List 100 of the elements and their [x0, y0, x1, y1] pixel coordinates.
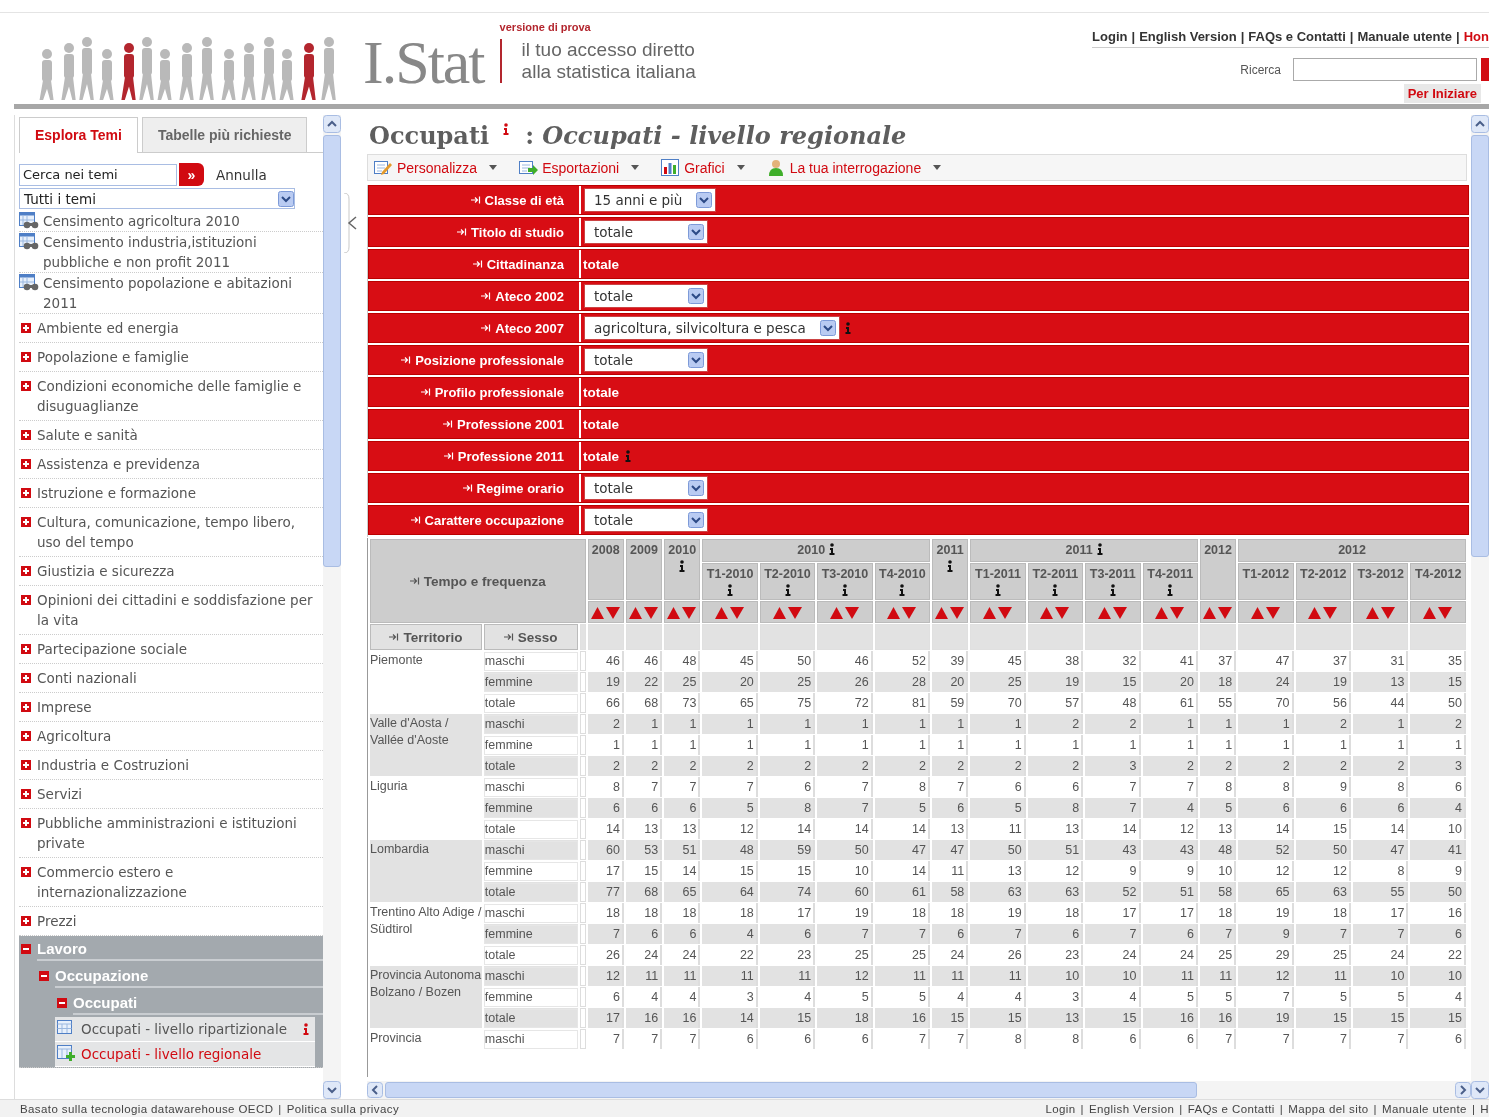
footer-link[interactable]: Mappa del sito	[1288, 1102, 1369, 1115]
tree-item[interactable]: Agricoltura	[37, 726, 112, 746]
sort-arrows-icon[interactable]	[887, 605, 918, 619]
filter-label[interactable]: Ateco 2007	[495, 320, 564, 336]
tree-item[interactable]: Opinioni dei cittadini e soddisfazione per la vita	[37, 590, 323, 630]
top-link[interactable]: FAQs e Contatti	[1248, 29, 1346, 44]
plus-icon[interactable]	[21, 517, 31, 527]
tree-item[interactable]: Censimento industria,istituzioni pubbliche e non profit 2011	[43, 232, 323, 272]
sort-arrows-icon[interactable]	[1040, 605, 1071, 619]
tree-item[interactable]: Imprese	[37, 697, 92, 717]
info-icon[interactable]	[679, 560, 686, 572]
collapse-handle-icon[interactable]	[343, 193, 359, 253]
sort-arrows-icon[interactable]	[1155, 605, 1186, 619]
plus-icon[interactable]	[21, 595, 31, 605]
tree-item[interactable]: Censimento popolazione e abitazioni 2011	[43, 273, 323, 313]
plus-icon[interactable]	[21, 488, 31, 498]
plus-icon[interactable]	[21, 644, 31, 654]
filter-label[interactable]: Titolo di studio	[471, 224, 564, 240]
footer-link[interactable]: English Version	[1088, 1102, 1175, 1115]
plus-icon[interactable]	[21, 323, 31, 333]
logo[interactable]: I.Stat	[363, 28, 484, 96]
tree-item[interactable]: Pubbliche amministrazioni e istituzioni private	[37, 813, 323, 853]
top-link[interactable]: Hon	[1463, 29, 1489, 44]
plus-icon[interactable]	[21, 916, 31, 926]
footer-link[interactable]: Login	[1045, 1102, 1076, 1115]
filter-label[interactable]: Classe di età	[484, 192, 564, 208]
tree-item[interactable]: Assistenza e previdenza	[37, 454, 201, 474]
plus-icon[interactable]	[21, 673, 31, 683]
search-field[interactable]: Cerca nei temi	[19, 163, 177, 186]
top-link[interactable]: English Version	[1139, 29, 1237, 44]
sort-arrows-icon[interactable]	[935, 605, 966, 619]
plus-icon[interactable]	[21, 789, 31, 799]
scroll-up-icon[interactable]	[1471, 115, 1489, 133]
sort-arrows-icon[interactable]	[1097, 605, 1128, 619]
sort-arrows-icon[interactable]	[1250, 605, 1281, 619]
plus-icon[interactable]	[21, 381, 31, 391]
tab[interactable]: Tabelle più richieste	[141, 117, 308, 152]
sort-arrows-icon[interactable]	[983, 605, 1013, 619]
scrollbar-thumb[interactable]	[1471, 135, 1489, 557]
theme-dropdown[interactable]: Tutti i temi	[19, 188, 295, 209]
filter-dropdown[interactable]: totale	[585, 509, 707, 531]
footer-link[interactable]: Manuale utente	[1382, 1102, 1467, 1115]
toolbar-menu[interactable]: Grafici	[661, 159, 745, 176]
cancel-link[interactable]: Annulla	[216, 166, 267, 183]
info-icon[interactable]	[503, 123, 510, 135]
plus-icon[interactable]	[21, 352, 31, 362]
tree-item[interactable]: Prezzi	[37, 911, 77, 931]
minus-icon[interactable]	[57, 998, 67, 1008]
minus-icon[interactable]	[39, 971, 49, 981]
plus-icon[interactable]	[21, 760, 31, 770]
toolbar-menu[interactable]: La tua interrogazione	[766, 159, 942, 176]
sort-arrows-icon[interactable]	[590, 605, 621, 619]
tree-item[interactable]: Ambiente ed energia	[37, 318, 179, 338]
tree-item[interactable]: Partecipazione sociale	[37, 639, 188, 659]
filter-label[interactable]: Ateco 2002	[495, 288, 564, 304]
plus-icon[interactable]	[21, 702, 31, 712]
filter-label[interactable]: Professione 2011	[457, 448, 564, 464]
info-icon[interactable]	[1167, 584, 1174, 596]
search-field[interactable]	[1293, 58, 1477, 81]
info-icon[interactable]	[899, 584, 906, 596]
tab[interactable]: Esplora Temi	[19, 117, 138, 153]
tree-item[interactable]: Conti nazionali	[37, 668, 137, 688]
tree-item[interactable]: Istruzione e formazione	[37, 483, 196, 503]
minus-icon[interactable]	[21, 944, 31, 954]
filter-dropdown[interactable]: totale	[585, 285, 707, 307]
scroll-left-icon[interactable]	[367, 1082, 383, 1098]
footer-link[interactable]: H	[1480, 1102, 1489, 1115]
info-icon[interactable]	[727, 584, 734, 596]
start-button[interactable]: Per Iniziare	[1403, 84, 1481, 103]
filter-label[interactable]: Regime orario	[476, 480, 564, 496]
tree-item[interactable]: Censimento agricoltura 2010	[43, 211, 240, 231]
sort-arrows-icon[interactable]	[1308, 605, 1339, 619]
top-link[interactable]: Login	[1092, 29, 1128, 44]
tree-item[interactable]: Servizi	[37, 784, 82, 804]
filter-dropdown[interactable]: totale	[585, 221, 707, 243]
column-header[interactable]: 2011	[1065, 543, 1093, 557]
sort-arrows-icon[interactable]	[1365, 605, 1396, 619]
filter-dropdown[interactable]: totale	[585, 349, 707, 371]
footer-link[interactable]: Politica sulla privacy	[286, 1102, 400, 1115]
sort-arrows-icon[interactable]	[629, 605, 659, 619]
plus-icon[interactable]	[21, 867, 31, 877]
tree-item[interactable]: Condizioni economiche delle famiglie e disuguaglianze	[37, 376, 323, 416]
sort-arrows-icon[interactable]	[829, 605, 860, 619]
column-header[interactable]: 2009	[630, 543, 658, 557]
info-icon[interactable]	[947, 560, 954, 572]
column-header[interactable]: 2012	[1204, 543, 1232, 557]
info-icon[interactable]	[829, 543, 836, 555]
filter-dropdown[interactable]: 15 anni e più	[585, 189, 716, 211]
scroll-right-icon[interactable]	[1455, 1082, 1471, 1098]
plus-icon[interactable]	[21, 430, 31, 440]
tree-item[interactable]: Giustizia e sicurezza	[37, 561, 175, 581]
sort-arrows-icon[interactable]	[1423, 605, 1454, 619]
footer-link[interactable]: Basato sulla tecnologia datawarehouse OECD	[20, 1102, 274, 1115]
filter-label[interactable]: Profilo professionale	[434, 384, 564, 400]
column-header[interactable]: 2011	[936, 543, 964, 557]
sort-arrows-icon[interactable]	[1203, 605, 1234, 619]
scrollbar-thumb[interactable]	[385, 1082, 1197, 1098]
info-icon[interactable]	[1109, 584, 1116, 596]
scroll-down-icon[interactable]	[323, 1081, 341, 1099]
info-icon[interactable]	[784, 584, 791, 596]
